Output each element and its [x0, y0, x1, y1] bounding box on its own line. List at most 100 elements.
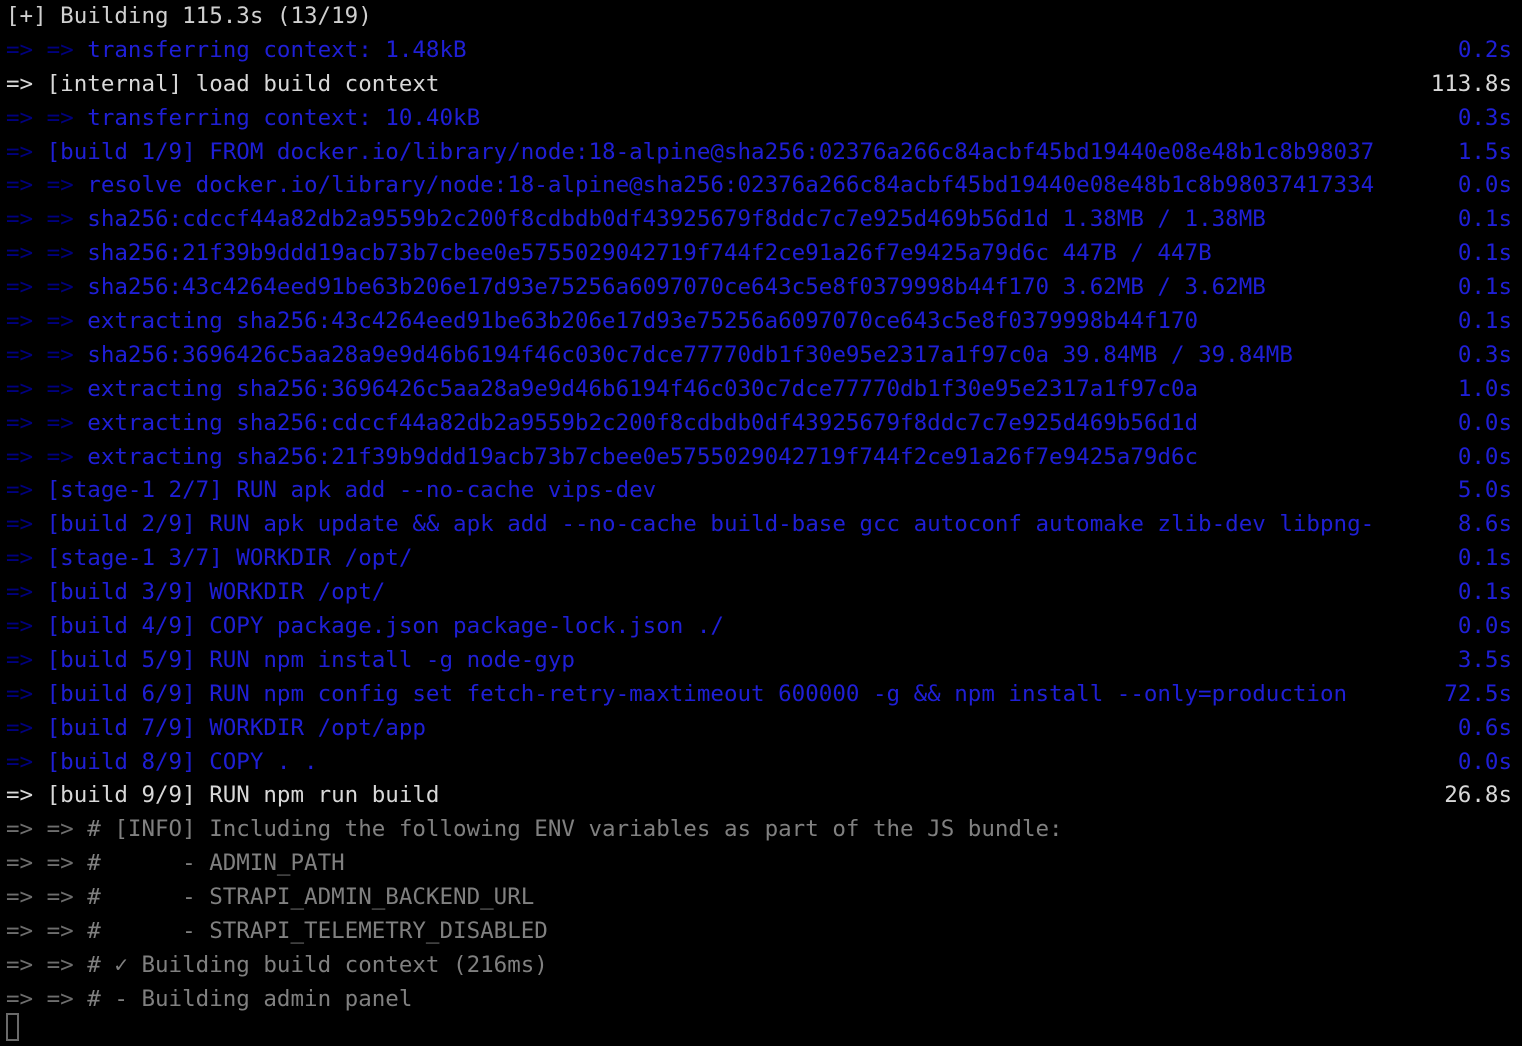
build-step-text: => => extracting sha256:21f39b9ddd19acb7… [6, 441, 1198, 475]
build-step-text: => => # ✓ Building build context (216ms) [6, 949, 548, 983]
step-arrow-icon: => => [6, 409, 74, 436]
step-body-text: [build 5/9] RUN npm install -g node-gyp [33, 646, 575, 673]
step-arrow-icon: => => [6, 308, 74, 335]
step-body-text: # [INFO] Including the following ENV var… [73, 816, 1063, 843]
step-duration: 1.0s [1457, 375, 1512, 402]
step-arrow-icon: => => [6, 816, 74, 843]
build-step-line: => [build 6/9] RUN npm config set fetch-… [0, 678, 1522, 712]
build-step-line: => => sha256:cdccf44a82db2a9559b2c200f8c… [0, 203, 1522, 237]
build-step-text: => => # [INFO] Including the following E… [6, 813, 1063, 847]
build-step-line: => => transferring context: 10.40kB 0.3s [0, 102, 1522, 136]
build-step-line: => => sha256:43c4264eed91be63b206e17d93e… [0, 271, 1522, 305]
step-arrow-icon: => => [6, 884, 74, 911]
build-step-text: => => # - STRAPI_TELEMETRY_DISABLED [6, 915, 548, 949]
build-step-line: => => resolve docker.io/library/node:18-… [0, 169, 1522, 203]
build-step-text: => [build 3/9] WORKDIR /opt/ [6, 576, 385, 610]
step-body-text: # - STRAPI_ADMIN_BACKEND_URL [73, 884, 535, 911]
step-body-text: sha256:cdccf44a82db2a9559b2c200f8cdbdb0d… [73, 206, 1266, 233]
step-body-text: sha256:3696426c5aa28a9e9d46b6194f46c030c… [73, 341, 1293, 368]
build-step-text: => => sha256:43c4264eed91be63b206e17d93e… [6, 271, 1266, 305]
step-arrow-icon: => [6, 714, 34, 741]
step-arrow-icon: => [6, 680, 34, 707]
build-step-text: => [build 2/9] RUN apk update && apk add… [6, 508, 1374, 542]
build-step-line: => [build 9/9] RUN npm run build 26.8s [0, 779, 1522, 813]
build-step-line: => [build 5/9] RUN npm install -g node-g… [0, 644, 1522, 678]
step-duration: 0.1s [1457, 308, 1512, 335]
step-arrow-icon: => => [6, 172, 74, 199]
step-arrow-icon: => [6, 511, 34, 538]
step-arrow-icon: => => [6, 240, 74, 267]
step-body-text: [build 6/9] RUN npm config set fetch-ret… [33, 680, 1348, 707]
build-step-text: => => extracting sha256:43c4264eed91be63… [6, 305, 1198, 339]
step-arrow-icon: => => [6, 985, 74, 1012]
build-step-line: => [build 7/9] WORKDIR /opt/app 0.6s [0, 712, 1522, 746]
step-arrow-icon: => [6, 782, 34, 809]
build-step-line: => => extracting sha256:43c4264eed91be63… [0, 305, 1522, 339]
build-step-text: => [build 7/9] WORKDIR /opt/app [6, 712, 426, 746]
step-body-text: transferring context: 10.40kB [73, 104, 481, 131]
build-step-line: => [build 8/9] COPY . . 0.0s [0, 746, 1522, 780]
step-body-text: extracting sha256:cdccf44a82db2a9559b2c2… [73, 409, 1199, 436]
build-step-line: => [internal] load build context 113.8s [0, 68, 1522, 102]
step-duration: 0.0s [1457, 443, 1512, 470]
build-step-list: => => transferring context: 1.48kB 0.2s =>… [0, 34, 1522, 1017]
step-duration: 113.8s [1430, 70, 1512, 97]
step-body-text: sha256:43c4264eed91be63b206e17d93e75256a… [73, 274, 1266, 301]
build-header-line: [+] Building 115.3s (13/19) [0, 0, 1522, 34]
step-duration: 0.0s [1457, 613, 1512, 640]
terminal-cursor [6, 1013, 19, 1041]
step-arrow-icon: => => [6, 36, 74, 63]
build-step-text: => => transferring context: 10.40kB [6, 102, 480, 136]
build-step-text: => [build 6/9] RUN npm config set fetch-… [6, 678, 1347, 712]
build-step-text: => [build 9/9] RUN npm run build [6, 779, 439, 813]
step-duration: 0.3s [1457, 341, 1512, 368]
build-step-line: => [build 4/9] COPY package.json package… [0, 610, 1522, 644]
build-step-line: => => # - STRAPI_ADMIN_BACKEND_URL [0, 881, 1522, 915]
step-duration: 0.2s [1457, 36, 1512, 63]
build-step-text: => [build 5/9] RUN npm install -g node-g… [6, 644, 575, 678]
build-step-line: => [build 3/9] WORKDIR /opt/0.1s [0, 576, 1522, 610]
build-step-line: => => # - ADMIN_PATH [0, 847, 1522, 881]
build-step-line: => => sha256:21f39b9ddd19acb73b7cbee0e57… [0, 237, 1522, 271]
step-body-text: [build 9/9] RUN npm run build [33, 782, 440, 809]
step-body-text: [build 1/9] FROM docker.io/library/node:… [33, 138, 1375, 165]
step-duration: 0.0s [1457, 409, 1512, 436]
step-body-text: [internal] load build context [33, 70, 440, 97]
step-arrow-icon: => [6, 579, 34, 606]
step-arrow-icon: => [6, 646, 34, 673]
step-arrow-icon: => => [6, 443, 74, 470]
build-step-text: => => sha256:3696426c5aa28a9e9d46b6194f4… [6, 339, 1293, 373]
step-body-text: [build 4/9] COPY package.json package-lo… [33, 613, 724, 640]
build-step-text: => => sha256:21f39b9ddd19acb73b7cbee0e57… [6, 237, 1212, 271]
step-arrow-icon: => => [6, 951, 74, 978]
step-body-text: # - Building admin panel [73, 985, 413, 1012]
step-arrow-icon: => [6, 70, 34, 97]
step-duration: 0.0s [1457, 748, 1512, 775]
build-step-text: => [stage-1 3/7] WORKDIR /opt/ [6, 542, 412, 576]
step-body-text: # - ADMIN_PATH [73, 850, 345, 877]
build-step-line: => [build 2/9] RUN apk update && apk add… [0, 508, 1522, 542]
step-arrow-icon: => [6, 748, 34, 775]
step-duration: 5.0s [1457, 477, 1512, 504]
step-body-text: [build 8/9] COPY . . [33, 748, 318, 775]
build-step-line: => => # - STRAPI_TELEMETRY_DISABLED [0, 915, 1522, 949]
build-step-text: => => # - Building admin panel [6, 983, 412, 1017]
build-step-line: => => transferring context: 1.48kB 0.2s [0, 34, 1522, 68]
step-body-text: [build 2/9] RUN apk update && apk add --… [33, 511, 1375, 538]
step-body-text: extracting sha256:3696426c5aa28a9e9d46b6… [73, 375, 1199, 402]
terminal-output-pane[interactable]: [+] Building 115.3s (13/19) => => transf… [0, 0, 1522, 1046]
build-step-line: => => extracting sha256:21f39b9ddd19acb7… [0, 441, 1522, 475]
step-duration: 0.0s [1457, 172, 1512, 199]
step-duration: 0.1s [1457, 240, 1512, 267]
step-body-text: [build 7/9] WORKDIR /opt/app [33, 714, 426, 741]
build-step-line: => => # ✓ Building build context (216ms) [0, 949, 1522, 983]
build-step-text: => => extracting sha256:cdccf44a82db2a95… [6, 407, 1198, 441]
build-step-text: => => extracting sha256:3696426c5aa28a9e… [6, 373, 1198, 407]
step-body-text: [build 3/9] WORKDIR /opt/ [33, 579, 386, 606]
step-duration: 1.5s [1457, 138, 1512, 165]
step-duration: 8.6s [1457, 511, 1512, 538]
step-arrow-icon: => => [6, 206, 74, 233]
step-body-text: # ✓ Building build context (216ms) [73, 951, 548, 978]
build-step-line: => => sha256:3696426c5aa28a9e9d46b6194f4… [0, 339, 1522, 373]
step-arrow-icon: => => [6, 104, 74, 131]
